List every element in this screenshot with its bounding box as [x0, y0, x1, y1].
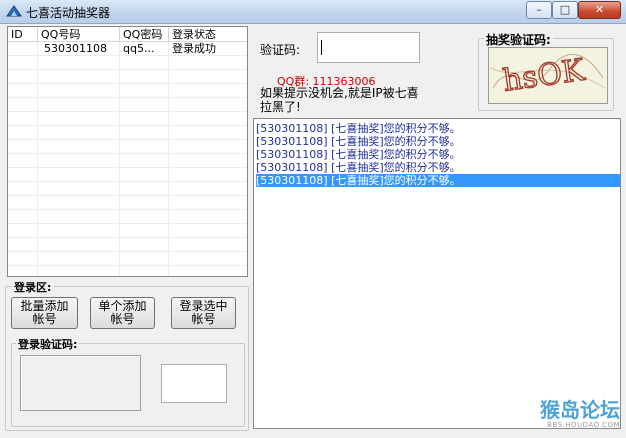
captcha-input-label: 验证码:: [260, 43, 301, 57]
title-bar[interactable]: 七喜活动抽奖器 – □ ✕: [0, 0, 626, 24]
login-selected-account-button[interactable]: 登录选中 帐号: [171, 297, 236, 329]
table-row[interactable]: 530301108 qq5... 登录成功: [8, 42, 247, 56]
log-line[interactable]: [530301108] [七喜抽奖]您的积分不够。: [256, 148, 620, 161]
cell-password: qq5...: [120, 42, 169, 56]
column-header-qq[interactable]: QQ号码: [38, 27, 120, 42]
table-row: [8, 238, 247, 252]
minimize-button[interactable]: –: [526, 1, 552, 19]
column-header-password[interactable]: QQ密码: [120, 27, 169, 42]
text-cursor: [321, 40, 322, 55]
window-title: 七喜活动抽奖器: [26, 6, 111, 20]
captcha-input[interactable]: [317, 32, 420, 63]
table-row: [8, 196, 247, 210]
cell-status: 登录成功: [172, 42, 216, 55]
log-list[interactable]: [530301108] [七喜抽奖]您的积分不够。 [530301108] [七…: [253, 118, 621, 429]
log-line-selected[interactable]: [530301108] [七喜抽奖]您的积分不够。: [256, 174, 620, 187]
login-captcha-title: 登录验证码:: [16, 336, 80, 352]
app-icon: [6, 5, 22, 17]
table-row: [8, 168, 247, 182]
captcha-noise: hsOK: [490, 52, 606, 100]
table-row: [8, 126, 247, 140]
captcha-code-text: hsOK: [501, 53, 587, 99]
cell-id: [8, 42, 38, 56]
watermark: 猴岛论坛 BBS.HOUDAO.COM: [540, 399, 620, 429]
table-row: [8, 182, 247, 196]
table-row: [8, 210, 247, 224]
table-row: [8, 70, 247, 84]
batch-add-account-button[interactable]: 批量添加 帐号: [11, 297, 78, 329]
login-captcha-image: [20, 355, 141, 411]
maximize-button[interactable]: □: [552, 1, 578, 19]
watermark-logo: 猴岛论坛: [540, 398, 620, 422]
log-line[interactable]: [530301108] [七喜抽奖]您的积分不够。: [256, 122, 620, 135]
login-captcha-input[interactable]: [161, 364, 227, 403]
log-line[interactable]: [530301108] [七喜抽奖]您的积分不够。: [256, 161, 620, 174]
table-row: [8, 154, 247, 168]
batch-add-label-line2: 帐号: [32, 312, 57, 326]
log-line[interactable]: [530301108] [七喜抽奖]您的积分不够。: [256, 135, 620, 148]
single-add-label-line2: 帐号: [110, 312, 135, 326]
login-selected-label-line2: 帐号: [191, 312, 216, 326]
table-row: [8, 224, 247, 238]
table-row: [8, 56, 247, 70]
column-header-status[interactable]: 登录状态: [169, 27, 247, 42]
single-add-account-button[interactable]: 单个添加 帐号: [90, 297, 155, 329]
table-row: [8, 112, 247, 126]
lottery-captcha-title: 抽奖验证码:: [484, 31, 553, 48]
close-button[interactable]: ✕: [578, 1, 621, 19]
table-row: [8, 140, 247, 154]
table-row: [8, 252, 247, 266]
column-header-id[interactable]: ID: [8, 27, 38, 42]
table-row: [8, 84, 247, 98]
lottery-captcha-image: hsOK: [488, 47, 608, 104]
notice-line-1: 如果提示没机会,就是IP被七喜: [260, 86, 419, 100]
notice-line-2: 拉黑了!: [260, 100, 301, 114]
cell-qq: 530301108: [38, 42, 120, 56]
account-list[interactable]: ID QQ号码 QQ密码 登录状态 530301108 qq5... 登录成功: [7, 26, 248, 277]
notice-text: 如果提示没机会,就是IP被七喜 拉黑了!: [260, 86, 419, 114]
watermark-url: BBS.HOUDAO.COM: [547, 421, 620, 429]
login-area-title: 登录区:: [12, 279, 54, 295]
table-row: [8, 98, 247, 112]
